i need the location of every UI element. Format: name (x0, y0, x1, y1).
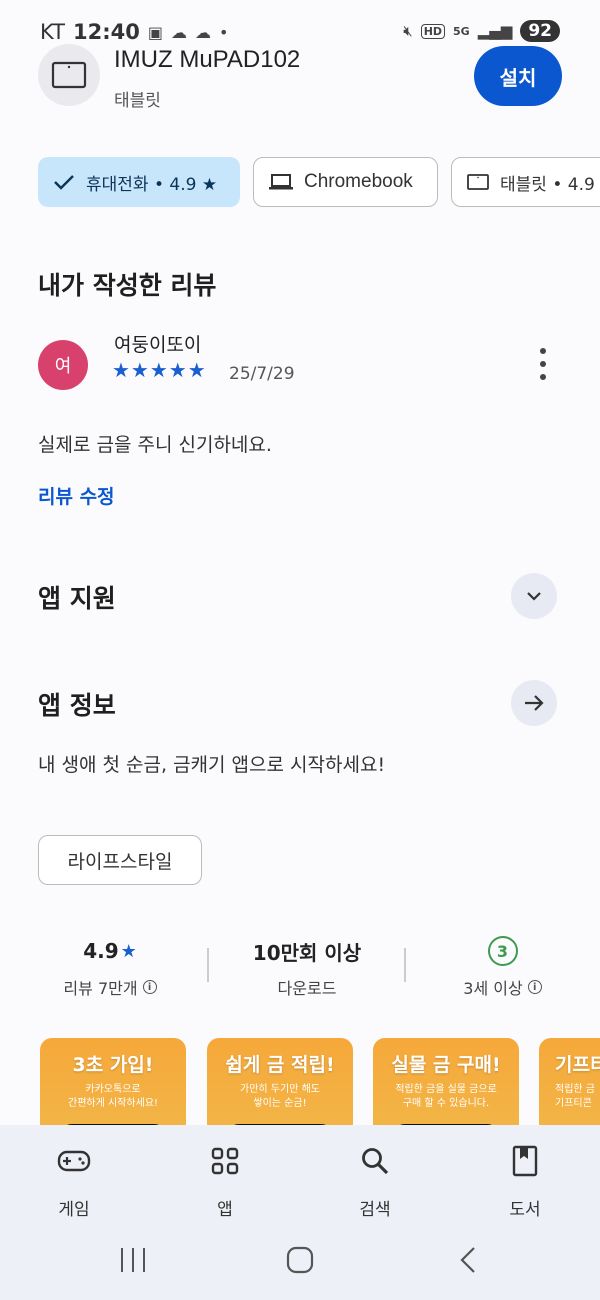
screenshot-title: 기프티 (555, 1054, 600, 1076)
downloads-value: 10만회 이상 (252, 940, 362, 965)
cloud-icon: ☁ (170, 22, 187, 42)
play-store-app-page: KT 12:40 ▣ ☁ ☁ • 🔇︎ HD 5G ▂▄▆ 92 IMUZ Mu… (0, 0, 600, 1300)
review-stars: ★★★★★ (112, 358, 207, 382)
recent-apps-icon[interactable] (118, 1246, 148, 1274)
laptop-icon (268, 172, 294, 192)
gamepad-icon (24, 1139, 124, 1183)
device-chip-chromebook[interactable]: Chromebook (253, 157, 438, 207)
screenshot-subtitle: 적립한 금 기프티콘 (555, 1084, 595, 1109)
review-date: 25/7/29 (229, 364, 295, 384)
screenshot-title: 3초 가입! (72, 1054, 154, 1076)
back-icon[interactable] (458, 1246, 478, 1274)
app-name: IMUZ MuPAD102 (114, 46, 301, 73)
screenshot-subtitle: 가만히 두기만 해도 쌓이는 순금! (240, 1084, 320, 1109)
nav-item-apps[interactable]: 앱 (175, 1139, 275, 1220)
reviewer-name: 여둥이또이 (114, 334, 202, 356)
carrier: KT (40, 20, 65, 44)
arrow-right-icon[interactable] (511, 680, 557, 726)
signal-icon: ▂▄▆ (477, 22, 513, 40)
screenshot-card[interactable]: 3초 가입! 카카오톡으로 간편하게 시작하세요! (40, 1038, 186, 1138)
device-chip-phone[interactable]: 휴대전화 • 4.9 ★ (38, 157, 240, 207)
more-options-icon[interactable] (530, 348, 556, 380)
rating-value: 4.9 (83, 939, 119, 963)
edit-review-link[interactable]: 리뷰 수정 (38, 482, 115, 509)
nav-label: 도서 (509, 1200, 541, 1220)
tablet-icon (38, 44, 100, 106)
network-type: 5G (453, 24, 470, 38)
downloads-stat: 10만회 이상 다운로드 (222, 935, 392, 999)
install-button[interactable]: 설치 (474, 46, 562, 106)
chip-label: 태블릿 • 4.9 ★ (500, 174, 600, 195)
my-review-heading: 내가 작성한 리뷰 (38, 271, 217, 300)
tablet-icon (466, 172, 490, 192)
rating-stat[interactable]: 4.9 ★ 리뷰 7만개 i (40, 935, 180, 999)
stat-divider (404, 948, 406, 982)
screenshot-title: 실물 금 구매! (391, 1054, 501, 1076)
app-subtitle: 태블릿 (114, 91, 161, 111)
system-navigation-bar (0, 1230, 600, 1290)
clock: 12:40 (72, 20, 140, 44)
about-heading: 앱 정보 (38, 691, 116, 720)
age-rating-badge: 3 (487, 936, 518, 966)
book-icon (475, 1139, 575, 1183)
device-chip-tablet[interactable]: 태블릿 • 4.9 ★ (451, 157, 600, 207)
app-support-heading: 앱 지원 (38, 584, 116, 613)
stat-divider (207, 948, 209, 982)
downloads-label: 다운로드 (277, 979, 337, 998)
screenshot-icon: ▣ (147, 22, 163, 42)
nav-label: 앱 (217, 1200, 233, 1220)
app-description: 내 생애 첫 순금, 금캐기 앱으로 시작하세요! (38, 754, 386, 776)
screenshot-title: 쉽게 금 적립! (225, 1054, 335, 1076)
battery-indicator: 92 (520, 20, 560, 42)
chip-label: Chromebook (304, 171, 413, 192)
star-icon: ★ (120, 940, 137, 962)
search-icon (325, 1139, 425, 1183)
nav-label: 검색 (359, 1200, 391, 1220)
screenshot-card[interactable]: 기프티 적립한 금 기프티콘 (539, 1038, 600, 1138)
chevron-down-icon[interactable] (511, 573, 557, 619)
category-chip[interactable]: 라이프스타일 (38, 835, 202, 885)
nav-item-games[interactable]: 게임 (24, 1139, 124, 1220)
mute-icon: 🔇︎ (403, 22, 413, 40)
screenshot-card[interactable]: 실물 금 구매! 적립한 금을 실물 금으로 구매 할 수 있습니다. (373, 1038, 519, 1138)
apps-grid-icon (175, 1139, 275, 1183)
info-icon: i (527, 980, 542, 994)
dot-icon: • (218, 22, 229, 42)
chip-label: 휴대전화 • 4.9 ★ (86, 174, 218, 195)
screenshot-subtitle: 카카오톡으로 간편하게 시작하세요! (68, 1084, 158, 1109)
check-icon (52, 172, 76, 192)
nav-item-books[interactable]: 도서 (475, 1139, 575, 1220)
info-icon: i (142, 980, 157, 994)
avatar: 여 (38, 340, 88, 390)
screenshot-subtitle: 적립한 금을 실물 금으로 구매 할 수 있습니다. (395, 1084, 497, 1109)
age-rating-stat[interactable]: 3 3세 이상 i (430, 935, 575, 999)
age-rating-label: 3세 이상 (463, 979, 523, 998)
review-text: 실제로 금을 주니 신기하네요. (38, 434, 272, 456)
screenshot-card[interactable]: 쉽게 금 적립! 가만히 두기만 해도 쌓이는 순금! (207, 1038, 353, 1138)
hd-icon: HD (420, 23, 446, 39)
rating-count: 리뷰 7만개 (63, 979, 138, 998)
home-icon[interactable] (286, 1246, 314, 1274)
nav-item-search[interactable]: 검색 (325, 1139, 425, 1220)
nav-label: 게임 (58, 1200, 90, 1220)
cloud-icon: ☁ (194, 22, 211, 42)
